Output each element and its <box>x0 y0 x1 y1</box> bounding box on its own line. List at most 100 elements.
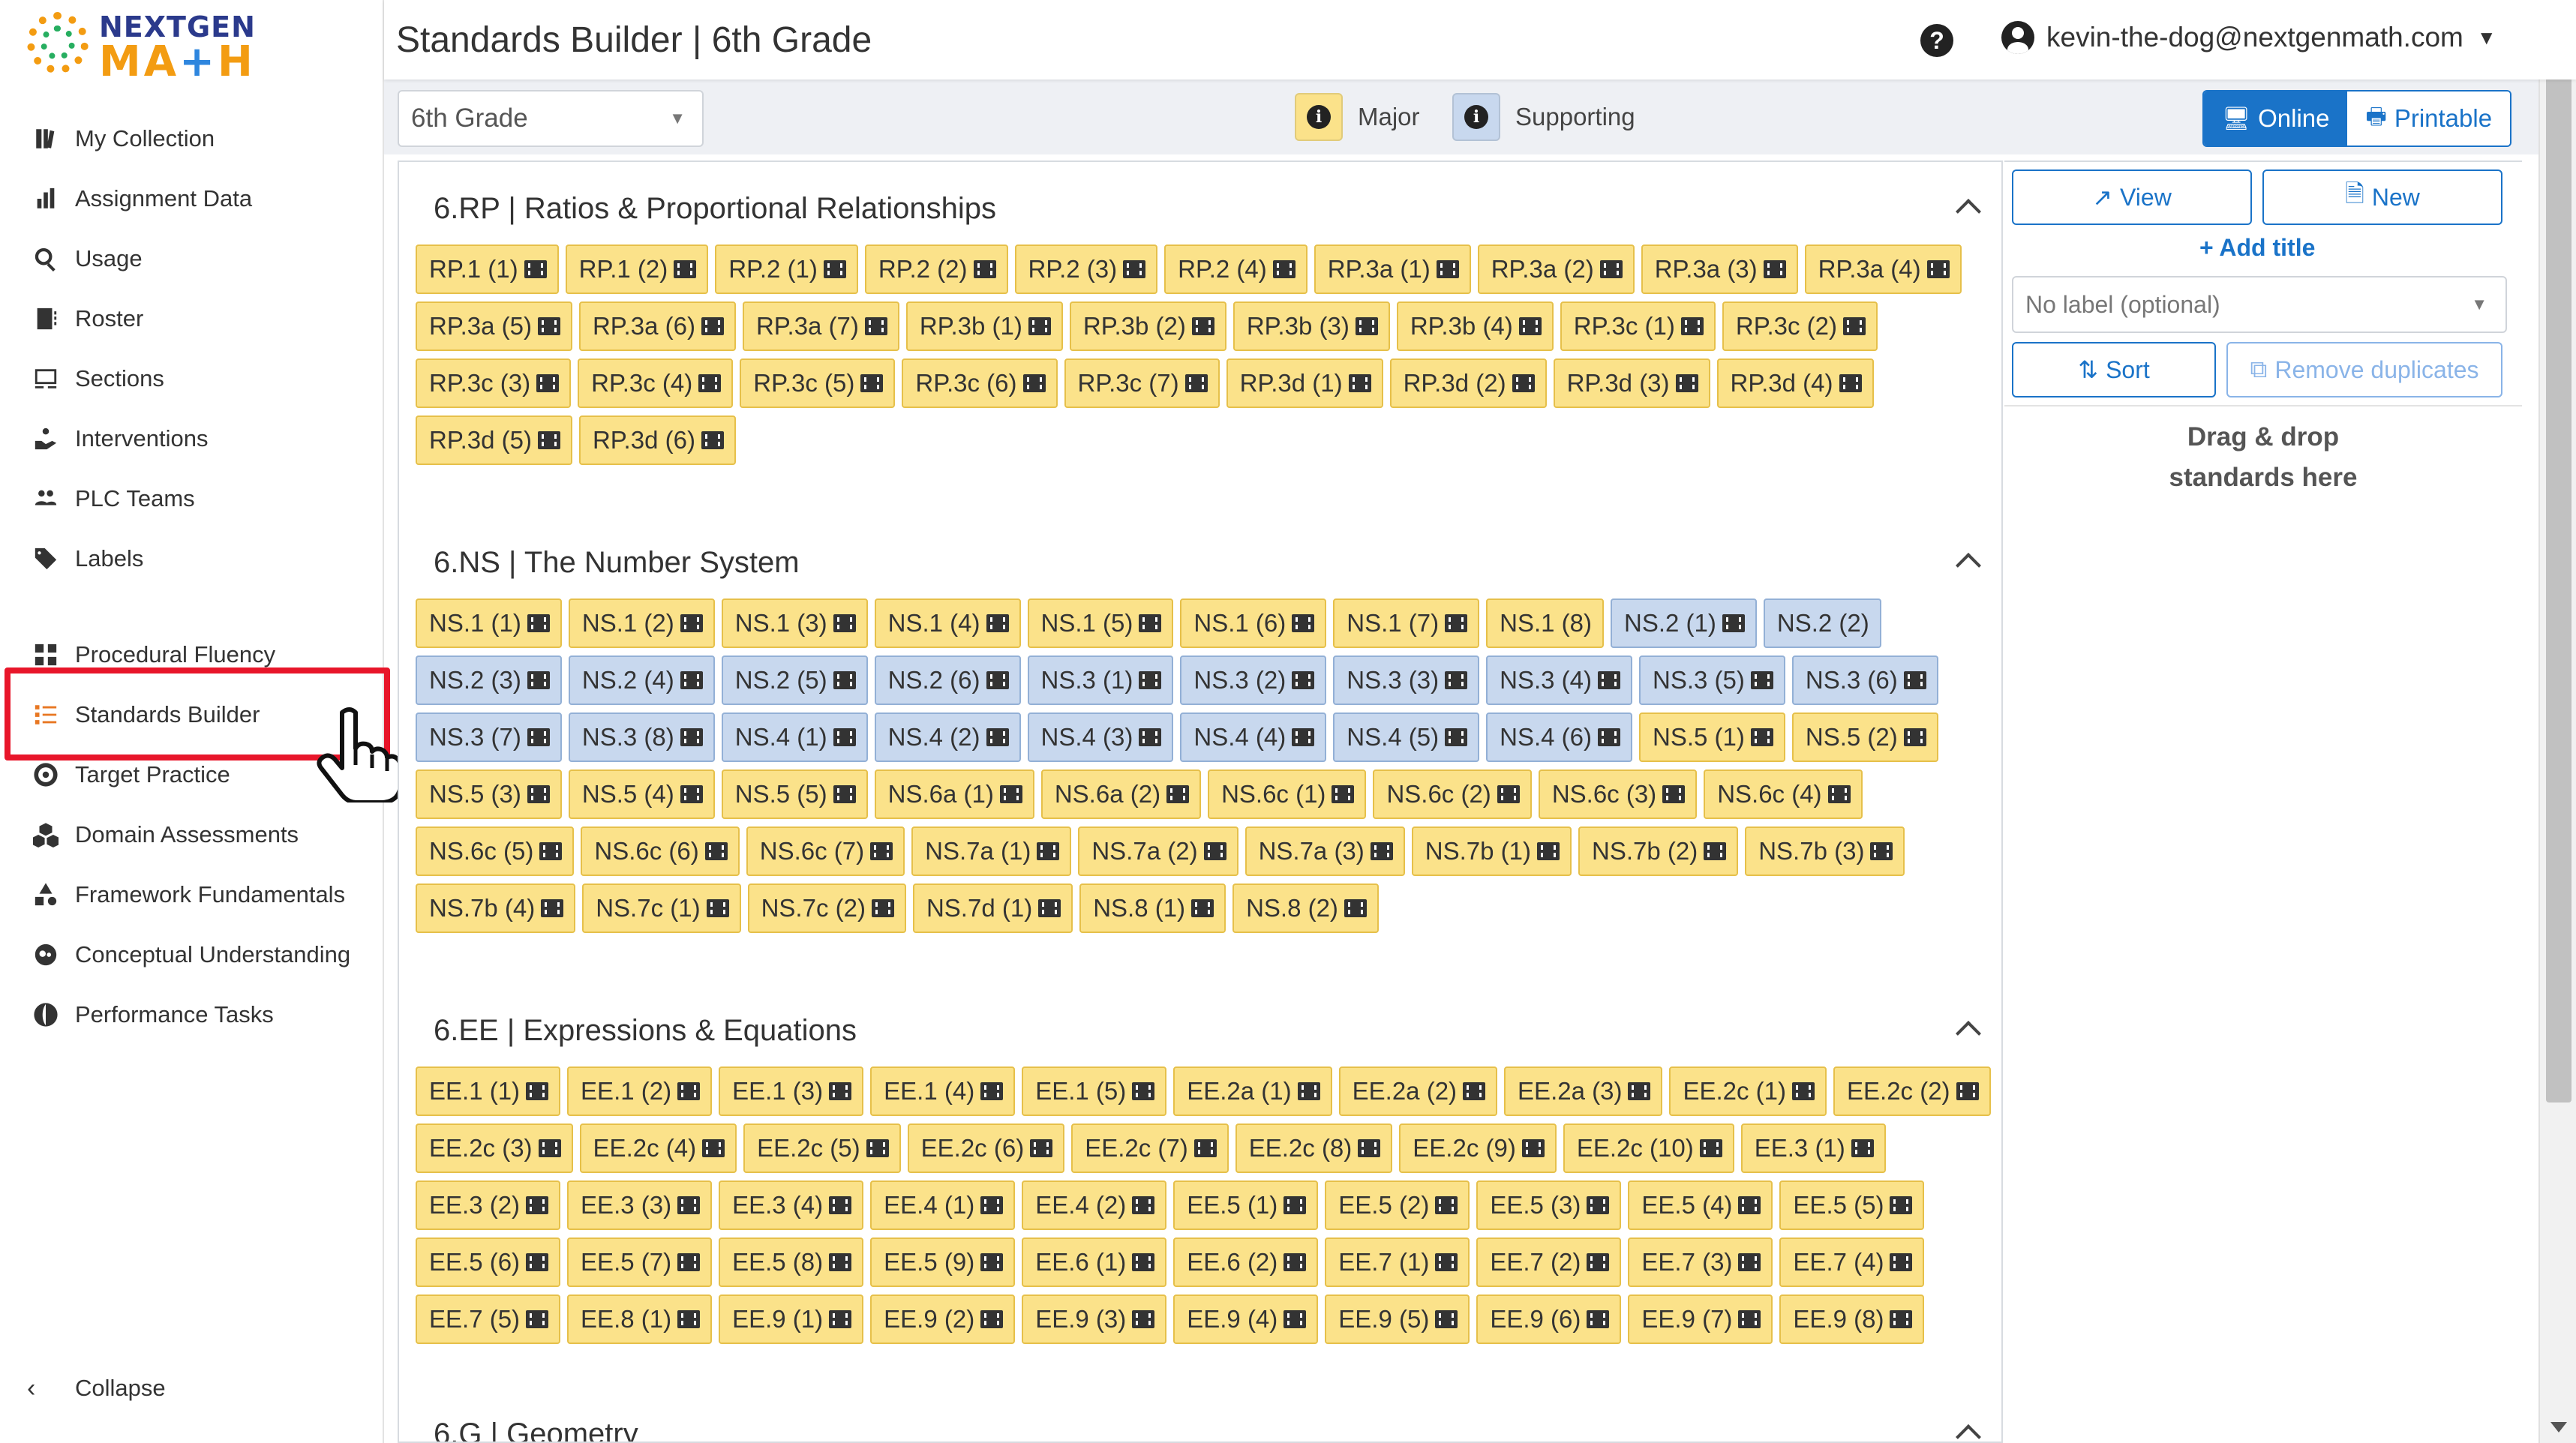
standard-chip[interactable]: EE.4 (2) <box>1022 1180 1167 1230</box>
standard-chip[interactable]: NS.3 (4) <box>1486 656 1632 705</box>
standard-chip[interactable]: RP.3d (4) <box>1716 358 1874 408</box>
standard-chip[interactable]: EE.9 (4) <box>1173 1294 1319 1344</box>
standard-chip[interactable]: NS.6a (2) <box>1040 770 1202 819</box>
standard-chip[interactable]: RP.3a (6) <box>578 302 736 351</box>
standard-chip[interactable]: RP.3c (6) <box>902 358 1058 408</box>
standard-chip[interactable]: NS.2 (6) <box>874 656 1021 705</box>
standard-chip[interactable]: NS.5 (4) <box>568 770 715 819</box>
standard-chip[interactable]: EE.2c (2) <box>1833 1066 1991 1116</box>
standard-chip[interactable]: NS.6c (6) <box>581 826 740 876</box>
standard-chip[interactable]: NS.1 (4) <box>874 598 1021 648</box>
standard-chip[interactable]: RP.1 (2) <box>565 244 709 294</box>
standard-chip[interactable]: EE.7 (5) <box>416 1294 561 1344</box>
standard-chip[interactable]: EE.6 (1) <box>1022 1238 1167 1287</box>
standard-chip[interactable]: NS.2 (3) <box>416 656 562 705</box>
standard-chip[interactable]: EE.1 (4) <box>870 1066 1016 1116</box>
standard-chip[interactable]: NS.1 (2) <box>568 598 715 648</box>
collapse-section-chevron-up-icon[interactable] <box>1953 1418 1983 1442</box>
standard-chip[interactable]: RP.3d (3) <box>1553 358 1710 408</box>
remove-duplicates-button[interactable]: ⧉ Remove duplicates <box>2226 342 2502 398</box>
standard-chip[interactable]: NS.5 (3) <box>416 770 562 819</box>
online-button[interactable]: 🖥 Online <box>2204 92 2348 146</box>
collapse-section-chevron-up-icon[interactable] <box>1953 546 1983 576</box>
standard-chip[interactable]: RP.2 (2) <box>864 244 1008 294</box>
standard-chip[interactable]: EE.9 (3) <box>1022 1294 1167 1344</box>
standard-chip[interactable]: EE.9 (2) <box>870 1294 1016 1344</box>
standard-chip[interactable]: RP.2 (3) <box>1014 244 1158 294</box>
sidebar-item-performance-tasks[interactable]: Performance Tasks <box>0 988 384 1041</box>
standard-chip[interactable]: NS.7c (1) <box>582 884 741 933</box>
standard-chip[interactable]: EE.5 (9) <box>870 1238 1016 1287</box>
standard-chip[interactable]: NS.2 (5) <box>721 656 868 705</box>
standard-chip[interactable]: EE.2c (6) <box>907 1124 1065 1173</box>
standard-chip[interactable]: EE.7 (3) <box>1628 1238 1773 1287</box>
label-select[interactable]: No label (optional) ▼ <box>2012 276 2507 333</box>
standard-chip[interactable]: NS.3 (3) <box>1333 656 1480 705</box>
standard-chip[interactable]: RP.3a (3) <box>1641 244 1798 294</box>
standard-chip[interactable]: EE.2c (7) <box>1071 1124 1229 1173</box>
scroll-down-arrow-icon[interactable] <box>2550 1422 2567 1432</box>
standard-chip[interactable]: EE.7 (1) <box>1325 1238 1470 1287</box>
standard-chip[interactable]: NS.3 (7) <box>416 712 562 762</box>
standard-chip[interactable]: NS.1 (3) <box>721 598 868 648</box>
standard-chip[interactable]: NS.6a (1) <box>874 770 1034 819</box>
user-menu[interactable]: kevin-the-dog@nextgenmath.com ▼ <box>2001 21 2496 54</box>
sidebar-item-conceptual-understanding[interactable]: Conceptual Understanding <box>0 928 384 981</box>
standard-chip[interactable]: RP.3b (3) <box>1232 302 1390 351</box>
standard-chip[interactable]: EE.5 (6) <box>416 1238 561 1287</box>
sidebar-item-framework-fundamentals[interactable]: Framework Fundamentals <box>0 868 384 921</box>
standard-chip[interactable]: EE.9 (7) <box>1628 1294 1773 1344</box>
sidebar-item-interventions[interactable]: Interventions <box>0 412 384 465</box>
standard-chip[interactable]: EE.2c (9) <box>1399 1124 1557 1173</box>
collapse-section-chevron-up-icon[interactable] <box>1953 192 1983 222</box>
standard-chip[interactable]: EE.3 (1) <box>1740 1124 1886 1173</box>
standard-chip[interactable]: NS.6c (7) <box>746 826 905 876</box>
standard-chip[interactable]: NS.7d (1) <box>912 884 1073 933</box>
standard-chip[interactable]: EE.3 (4) <box>719 1180 864 1230</box>
sidebar-item-my-collection[interactable]: My Collection <box>0 112 384 165</box>
standard-chip[interactable]: NS.1 (8) <box>1486 598 1604 648</box>
standard-chip[interactable]: EE.6 (2) <box>1173 1238 1319 1287</box>
sidebar-item-labels[interactable]: Labels <box>0 532 384 585</box>
help-icon[interactable]: ? <box>1920 24 1953 57</box>
standard-chip[interactable]: RP.3d (6) <box>578 416 736 465</box>
standard-chip[interactable]: EE.5 (7) <box>567 1238 713 1287</box>
page-scrollbar[interactable] <box>2538 0 2576 1443</box>
standard-chip[interactable]: RP.2 (4) <box>1164 244 1308 294</box>
sidebar-item-usage[interactable]: Usage <box>0 232 384 285</box>
standard-chip[interactable]: NS.8 (1) <box>1079 884 1226 933</box>
sidebar-item-plc-teams[interactable]: PLC Teams <box>0 472 384 525</box>
standard-chip[interactable]: EE.1 (1) <box>416 1066 561 1116</box>
standard-chip[interactable]: NS.7c (2) <box>747 884 906 933</box>
standard-chip[interactable]: NS.6c (4) <box>1704 770 1863 819</box>
standard-chip[interactable]: NS.3 (2) <box>1180 656 1327 705</box>
standard-chip[interactable]: EE.1 (3) <box>719 1066 864 1116</box>
add-title-link[interactable]: + Add title <box>2199 234 2315 262</box>
standard-chip[interactable]: RP.3d (1) <box>1226 358 1383 408</box>
standard-chip[interactable]: NS.3 (1) <box>1027 656 1174 705</box>
sidebar-item-domain-assessments[interactable]: Domain Assessments <box>0 808 384 861</box>
standard-chip[interactable]: EE.9 (8) <box>1779 1294 1925 1344</box>
standard-chip[interactable]: EE.4 (1) <box>870 1180 1016 1230</box>
standard-chip[interactable]: NS.2 (4) <box>568 656 715 705</box>
sidebar-item-roster[interactable]: Roster <box>0 292 384 345</box>
collapse-sidebar-button[interactable]: ‹ Collapse <box>0 1362 384 1414</box>
scrollbar-thumb[interactable] <box>2546 30 2571 1102</box>
standard-chip[interactable]: RP.3a (1) <box>1314 244 1471 294</box>
standard-chip[interactable]: NS.6c (3) <box>1538 770 1698 819</box>
standard-chip[interactable]: EE.5 (3) <box>1476 1180 1622 1230</box>
standard-chip[interactable]: RP.3d (2) <box>1389 358 1547 408</box>
standard-chip[interactable]: RP.3a (5) <box>416 302 572 351</box>
standard-chip[interactable]: EE.9 (1) <box>719 1294 864 1344</box>
sidebar-item-sections[interactable]: Sections <box>0 352 384 405</box>
standard-chip[interactable]: RP.3a (7) <box>742 302 899 351</box>
standard-chip[interactable]: RP.3a (2) <box>1477 244 1635 294</box>
standard-chip[interactable]: RP.3d (5) <box>416 416 572 465</box>
standard-chip[interactable]: EE.7 (2) <box>1476 1238 1622 1287</box>
standard-chip[interactable]: RP.3c (4) <box>578 358 734 408</box>
standard-chip[interactable]: NS.8 (2) <box>1232 884 1379 933</box>
standard-chip[interactable]: NS.3 (8) <box>568 712 715 762</box>
standard-chip[interactable]: EE.2c (8) <box>1235 1124 1393 1173</box>
collapse-section-chevron-up-icon[interactable] <box>1953 1014 1983 1044</box>
standard-chip[interactable]: EE.5 (1) <box>1173 1180 1319 1230</box>
